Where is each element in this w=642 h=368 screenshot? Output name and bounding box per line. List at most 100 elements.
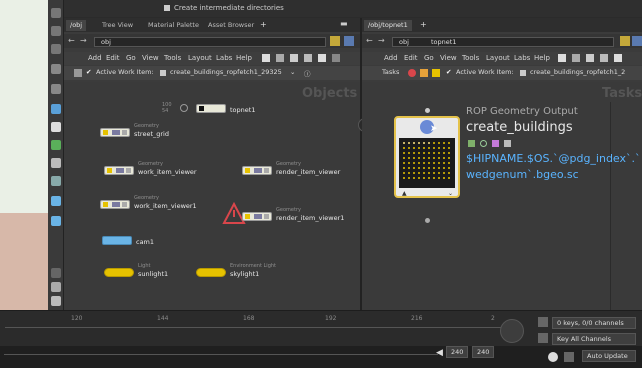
tab-tree-view[interactable]: Tree View <box>98 20 137 31</box>
active-work-item-value[interactable]: create_buildings_ropfetch1_29325 <box>170 68 282 76</box>
work-item-dot[interactable] <box>428 177 430 179</box>
panel-icon[interactable] <box>332 54 340 62</box>
work-item-dot[interactable] <box>413 162 415 164</box>
node-cam1[interactable]: cam1 <box>102 236 182 246</box>
add-tab-icon[interactable]: + <box>260 20 267 29</box>
menu-add[interactable]: Add <box>384 54 398 62</box>
work-item-dot[interactable] <box>413 172 415 174</box>
path-part-obj[interactable]: obj <box>399 38 409 46</box>
work-item-dot[interactable] <box>433 157 435 159</box>
frame-end-field[interactable]: 240 <box>472 346 494 358</box>
work-item-dot[interactable] <box>433 172 435 174</box>
menu-go[interactable]: Go <box>424 54 434 62</box>
work-item-dot[interactable] <box>418 147 420 149</box>
path-field[interactable]: obj topnet1 <box>392 37 614 47</box>
work-item-dot[interactable] <box>413 147 415 149</box>
forward-arrow-icon[interactable]: → <box>80 36 87 45</box>
work-item-dot[interactable] <box>413 152 415 154</box>
select-tool-icon[interactable] <box>51 8 61 18</box>
work-item-dot[interactable] <box>448 157 450 159</box>
layout-icon[interactable] <box>572 54 580 62</box>
menu-edit[interactable]: Edit <box>404 54 418 62</box>
work-item-dot[interactable] <box>408 177 410 179</box>
realtime-icon[interactable] <box>548 352 558 362</box>
menu-labs[interactable]: Labs <box>216 54 232 62</box>
work-item-dot[interactable] <box>418 167 420 169</box>
history-tool-icon[interactable] <box>51 268 61 278</box>
menu-labs[interactable]: Labs <box>514 54 530 62</box>
work-item-dot[interactable] <box>433 142 435 144</box>
forward-arrow-icon[interactable]: → <box>378 36 385 45</box>
work-item-dot[interactable] <box>423 142 425 144</box>
menu-edit[interactable]: Edit <box>106 54 120 62</box>
range-left-arrow-icon[interactable]: ◀ <box>436 348 443 358</box>
wrench-icon[interactable] <box>262 54 270 62</box>
work-item-dot[interactable] <box>408 152 410 154</box>
node-sunlight1[interactable]: Light sunlight1 <box>104 263 194 278</box>
work-item-dot[interactable] <box>443 147 445 149</box>
generate-icon[interactable] <box>480 140 487 147</box>
work-item-dot[interactable] <box>418 177 420 179</box>
channel-icon[interactable] <box>538 317 548 327</box>
work-item-dot[interactable] <box>403 172 405 174</box>
work-item-dot[interactable] <box>428 167 430 169</box>
view-tool-icon[interactable] <box>51 64 61 74</box>
brush-tool-icon[interactable] <box>51 84 61 94</box>
tab-obj-topnet1[interactable]: /obj/topnet1 <box>364 20 412 31</box>
grid-tool-icon[interactable] <box>51 122 61 132</box>
node-render-item-viewer1[interactable]: Geometry render_item_viewer1 <box>222 202 352 224</box>
work-item-dot[interactable] <box>428 157 430 159</box>
menu-tools[interactable]: Tools <box>164 54 181 62</box>
work-item-dot[interactable] <box>443 167 445 169</box>
menu-tools[interactable]: Tools <box>462 54 479 62</box>
node-skylight1[interactable]: Environment Light skylight1 <box>196 263 306 278</box>
work-item-dot[interactable] <box>423 152 425 154</box>
work-item-dot[interactable] <box>408 142 410 144</box>
menu-add[interactable]: Add <box>88 54 102 62</box>
work-item-dot[interactable] <box>433 162 435 164</box>
frame-start-field[interactable]: 240 <box>446 346 468 358</box>
node-render-item-viewer[interactable]: Geometry render_item_viewer <box>242 161 342 176</box>
work-item-dot[interactable] <box>438 152 440 154</box>
work-item-dot[interactable] <box>403 147 405 149</box>
work-item-dot[interactable] <box>403 142 405 144</box>
work-item-dot[interactable] <box>428 142 430 144</box>
work-item-dot[interactable] <box>448 167 450 169</box>
work-item-dot[interactable] <box>448 162 450 164</box>
schedule-icon[interactable] <box>492 140 499 147</box>
pin-icon[interactable] <box>330 36 340 46</box>
work-item-dot[interactable] <box>443 152 445 154</box>
grid-icon[interactable] <box>304 54 312 62</box>
work-item-dot[interactable] <box>438 142 440 144</box>
grid-view-icon[interactable] <box>51 282 61 292</box>
work-item-dot[interactable] <box>408 167 410 169</box>
link-icon[interactable] <box>344 36 354 46</box>
work-item-dot[interactable] <box>413 142 415 144</box>
work-item-dot[interactable] <box>418 142 420 144</box>
menu-layout[interactable]: Layout <box>486 54 510 62</box>
cancel-tasks-icon[interactable] <box>408 69 416 77</box>
work-item-dot[interactable] <box>413 167 415 169</box>
output-connector-icon[interactable] <box>425 218 430 223</box>
work-item-dot[interactable] <box>448 177 450 179</box>
layout-tool-icon[interactable] <box>51 196 61 206</box>
work-item-dot[interactable] <box>423 157 425 159</box>
lock-icon[interactable] <box>504 140 511 147</box>
node-work-item-viewer[interactable]: Geometry work_item_viewer <box>104 161 204 176</box>
work-item-dot[interactable] <box>423 167 425 169</box>
work-item-dot[interactable] <box>438 157 440 159</box>
checkbox-icon[interactable] <box>164 5 170 11</box>
work-item-dot[interactable] <box>408 157 410 159</box>
work-item-dot[interactable] <box>418 172 420 174</box>
work-item-dot[interactable] <box>413 157 415 159</box>
measure-tool-icon[interactable] <box>51 158 61 168</box>
menu-layout[interactable]: Layout <box>188 54 212 62</box>
add-tab-icon[interactable]: + <box>420 20 427 29</box>
camera-tool-icon[interactable] <box>51 176 61 186</box>
rop-geometry-node[interactable]: ➤ ▲ ⌄ <box>394 116 460 198</box>
light-tool-icon[interactable] <box>51 216 61 226</box>
work-item-dot[interactable] <box>418 152 420 154</box>
work-item-dot[interactable] <box>428 162 430 164</box>
scroll-up-icon[interactable]: ▲ <box>402 190 407 197</box>
back-arrow-icon[interactable]: ← <box>68 36 75 45</box>
